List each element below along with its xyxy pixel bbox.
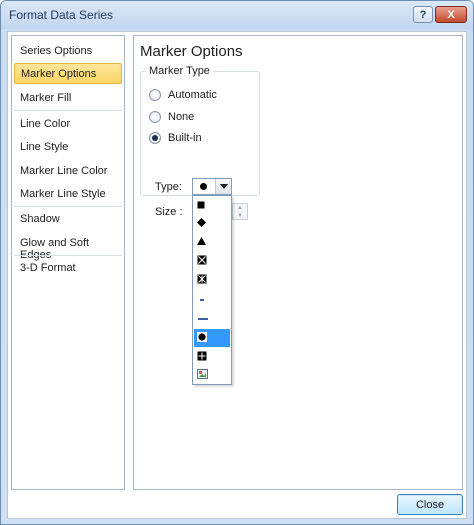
nav-item-3d-format[interactable]: 3-D Format <box>14 258 122 279</box>
radio-button[interactable] <box>149 89 161 101</box>
help-button[interactable]: ? <box>413 6 433 23</box>
plus-marker-icon <box>197 351 207 364</box>
marker-type-group-title: Marker Type <box>146 65 213 77</box>
star-marker-icon <box>197 274 207 287</box>
nav-item-marker-line-style[interactable]: Marker Line Style <box>14 184 122 205</box>
window-title: Format Data Series <box>9 8 114 22</box>
type-label: Type: <box>155 181 182 193</box>
dialog-client-area: Series Options Marker Options Marker Fil… <box>7 31 467 519</box>
marker-option-x[interactable] <box>194 252 230 270</box>
diamond-marker-icon <box>197 218 206 230</box>
radio-button[interactable] <box>149 132 161 144</box>
marker-options-pane: Marker Options Marker Type Automatic Non… <box>133 35 463 490</box>
chevron-down-icon[interactable] <box>215 179 231 194</box>
radio-button[interactable] <box>149 111 161 123</box>
radio-none[interactable]: None <box>149 109 194 125</box>
marker-option-picture[interactable] <box>194 366 230 384</box>
radio-automatic[interactable]: Automatic <box>149 87 217 103</box>
nav-item-series-options[interactable]: Series Options <box>14 41 122 62</box>
spin-down-icon[interactable]: ▼ <box>233 212 247 220</box>
nav-item-marker-line-color[interactable]: Marker Line Color <box>14 161 122 182</box>
window-close-button[interactable]: X <box>435 6 467 23</box>
radio-label: None <box>168 111 195 123</box>
close-button[interactable]: Close <box>397 494 463 515</box>
triangle-marker-icon <box>197 236 206 248</box>
marker-option-square[interactable] <box>194 197 230 215</box>
nav-item-glow-and-soft-edges[interactable]: Glow and Soft Edges <box>14 233 122 261</box>
nav-divider <box>14 206 122 207</box>
nav-item-marker-options[interactable]: Marker Options <box>14 63 122 84</box>
picture-marker-icon <box>197 368 208 382</box>
nav-item-marker-fill[interactable]: Marker Fill <box>14 88 122 109</box>
nav-divider <box>14 255 122 256</box>
marker-option-long-dash[interactable] <box>194 309 230 327</box>
radio-label: Built-in <box>168 132 202 144</box>
format-data-series-dialog: Format Data Series ? X Series Options Ma… <box>0 0 474 525</box>
nav-item-shadow[interactable]: Shadow <box>14 209 122 230</box>
circle-marker-icon <box>196 181 210 192</box>
nav-item-line-style[interactable]: Line Style <box>14 137 122 158</box>
marker-option-circle[interactable] <box>194 329 230 347</box>
size-label: Size : <box>155 206 183 218</box>
square-marker-icon <box>197 200 205 212</box>
long-dash-marker-icon <box>197 312 209 324</box>
marker-option-diamond[interactable] <box>194 215 230 233</box>
category-list: Series Options Marker Options Marker Fil… <box>11 35 125 490</box>
pane-title: Marker Options <box>140 43 243 60</box>
short-dash-marker-icon <box>197 293 207 305</box>
radio-label: Automatic <box>168 89 217 101</box>
radio-built-in[interactable]: Built-in <box>149 130 202 146</box>
marker-option-triangle[interactable] <box>194 233 230 251</box>
nav-divider <box>14 110 122 111</box>
title-bar[interactable]: Format Data Series ? X <box>1 1 473 29</box>
marker-type-select[interactable] <box>192 178 232 195</box>
nav-item-line-color[interactable]: Line Color <box>14 114 122 135</box>
spin-up-icon[interactable]: ▲ <box>233 204 247 212</box>
marker-size-spinner[interactable]: ▲ ▼ <box>232 203 248 220</box>
marker-option-star[interactable] <box>194 271 230 289</box>
marker-option-plus[interactable] <box>194 348 230 366</box>
circle-marker-icon <box>197 331 207 345</box>
marker-option-short-dash[interactable] <box>194 290 230 308</box>
marker-type-dropdown-list <box>192 195 232 385</box>
x-marker-icon <box>197 255 207 268</box>
